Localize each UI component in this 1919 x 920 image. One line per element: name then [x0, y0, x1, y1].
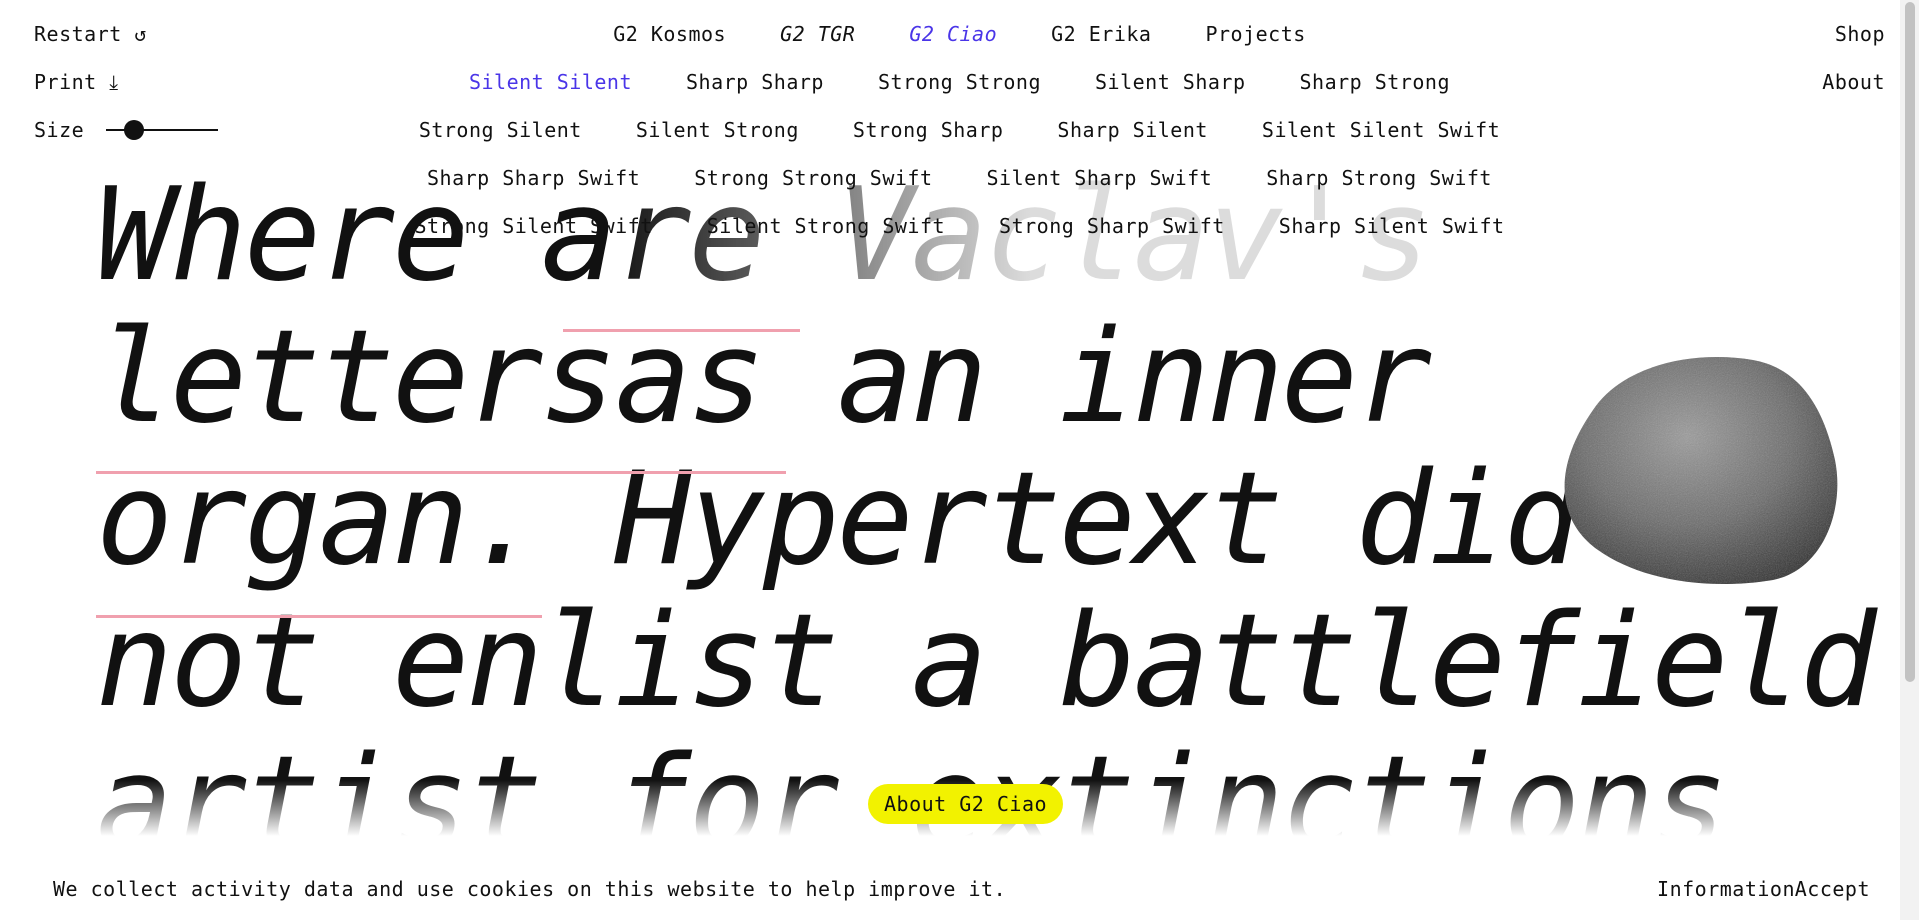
style-item[interactable]: Strong Silent	[419, 118, 582, 142]
style-item[interactable]: Sharp Silent Swift	[1279, 214, 1505, 238]
hero-text: Where are Vaclav's lettersas an inner or…	[96, 165, 1877, 875]
style-nav-row-4: Strong Silent Swift Silent Strong Swift …	[0, 214, 1919, 238]
style-item[interactable]: Sharp Strong Swift	[1266, 166, 1492, 190]
style-item[interactable]: Sharp Silent	[1057, 118, 1208, 142]
underline-mark	[96, 471, 786, 474]
style-item[interactable]: Silent Sharp Swift	[986, 166, 1212, 190]
cookie-banner: We collect activity data and use cookies…	[0, 860, 1900, 920]
underline-mark	[563, 329, 800, 332]
font-nav-item-tgr[interactable]: G2 TGR	[780, 22, 855, 46]
font-nav-item-ciao[interactable]: G2 Ciao	[909, 22, 997, 46]
stone-image	[1564, 357, 1838, 585]
cookie-accept-button[interactable]: Accept	[1795, 877, 1870, 901]
style-nav-row-3: Sharp Sharp Swift Strong Strong Swift Si…	[0, 166, 1919, 190]
style-item[interactable]: Silent Silent Swift	[1262, 118, 1500, 142]
about-font-button[interactable]: About G2 Ciao	[868, 784, 1064, 824]
font-nav-item-erika[interactable]: G2 Erika	[1051, 22, 1151, 46]
font-nav: G2 Kosmos G2 TGR G2 Ciao G2 Erika Projec…	[0, 22, 1919, 46]
scrollbar[interactable]	[1900, 0, 1919, 920]
style-item[interactable]: Silent Silent	[469, 70, 632, 94]
style-item[interactable]: Strong Sharp Swift	[999, 214, 1225, 238]
about-font-label: About G2 Ciao	[884, 792, 1048, 816]
style-item[interactable]: Strong Strong Swift	[694, 166, 932, 190]
style-item[interactable]: Strong Sharp	[853, 118, 1004, 142]
hero-line: lettersas an inner	[96, 303, 1432, 452]
style-item[interactable]: Strong Strong	[878, 70, 1041, 94]
style-item[interactable]: Sharp Strong	[1300, 70, 1451, 94]
cookie-text: We collect activity data and use cookies…	[53, 877, 1007, 901]
scrollbar-thumb[interactable]	[1905, 2, 1915, 682]
style-item[interactable]: Silent Strong	[636, 118, 799, 142]
underline-mark	[96, 615, 542, 618]
cookie-information-link[interactable]: Information	[1657, 877, 1795, 901]
style-nav-row-2: Strong Silent Silent Strong Strong Sharp…	[0, 118, 1919, 142]
font-nav-item-projects[interactable]: Projects	[1205, 22, 1305, 46]
style-item[interactable]: Silent Strong Swift	[707, 214, 945, 238]
hero-line: not enlist a battlefield	[96, 587, 1877, 736]
style-item[interactable]: Sharp Sharp Swift	[427, 166, 640, 190]
style-nav-row-1: Silent Silent Sharp Sharp Strong Strong …	[0, 70, 1919, 94]
style-item[interactable]: Silent Sharp	[1095, 70, 1246, 94]
style-item[interactable]: Sharp Sharp	[686, 70, 824, 94]
font-nav-item-kosmos[interactable]: G2 Kosmos	[613, 22, 726, 46]
style-item[interactable]: Strong Silent Swift	[414, 214, 652, 238]
